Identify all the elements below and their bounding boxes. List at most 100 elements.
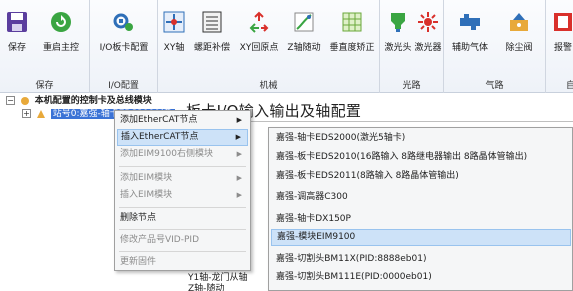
xy-home-button[interactable]: XY回原点 — [236, 6, 282, 62]
xy-axis-label: XY轴 — [163, 43, 185, 53]
submenu-arrow-icon: ▶ — [236, 191, 242, 199]
restart-icon — [51, 12, 71, 32]
group-io-config-label: I/O配置 — [108, 81, 139, 91]
menu-item-label: 修改产品号VID-PID — [120, 235, 200, 245]
submenu-item-eds2011[interactable]: 嘉强-板卡EDS2011(8路输入 8路晶体管输出) — [271, 168, 571, 185]
menu-separator — [119, 229, 246, 230]
xy-home-label: XY回原点 — [239, 43, 279, 53]
laser-head-icon — [391, 13, 405, 32]
submenu-item-label: 嘉强-轴卡DX150P — [276, 214, 351, 224]
save-button-label: 保存 — [7, 43, 26, 53]
group-gas-path: 辅助气体 除尘阀 气路 — [444, 0, 546, 93]
station-node-icon — [36, 109, 45, 118]
laser-head-button[interactable]: 激光头 — [384, 6, 412, 62]
menu-item-label: 删除节点 — [120, 213, 157, 223]
xy-axis-icon — [163, 11, 185, 33]
io-board-config-button[interactable]: I/O板卡配置 — [93, 6, 155, 62]
restart-controller-button[interactable]: 重启主控 — [38, 6, 84, 62]
menu-item-label: 添加EIM模块 — [120, 173, 173, 183]
group-io-config: I/O板卡配置 I/O配置 — [90, 0, 158, 93]
dust-valve-button[interactable]: 除尘阀 — [496, 6, 542, 62]
save-icon — [7, 12, 27, 32]
menu-item-label: 插入EtherCAT节点 — [121, 132, 199, 142]
menu-separator — [119, 251, 246, 252]
menu-item-add-eim9100-right-module[interactable]: 添加EIM9100右侧模块 ▶ — [117, 146, 248, 163]
menu-item-modify-vid-pid[interactable]: 修改产品号VID-PID — [117, 232, 248, 249]
assist-gas-label: 辅助气体 — [451, 43, 488, 53]
menu-item-delete-node[interactable]: 删除节点 — [117, 210, 248, 227]
menu-item-insert-eim-module[interactable]: 插入EIM模块 ▶ — [117, 187, 248, 204]
tree-root-label: 本机配置的控制卡及总线模块 — [34, 96, 152, 106]
menu-item-label: 添加EtherCAT节点 — [120, 115, 198, 125]
expand-icon[interactable]: + — [22, 109, 31, 118]
group-optical-path-label: 光路 — [402, 81, 421, 91]
perpendicularity-correction-button[interactable]: 垂直度矫正 — [326, 6, 378, 62]
root-node-icon — [20, 96, 29, 105]
group-save: 保存 重启主控 保存 — [0, 0, 90, 93]
submenu-item-label: 嘉强-板卡EDS2010(16路输入 8路继电器输出 8路晶体管输出) — [276, 152, 528, 162]
submenu-item-dx150p[interactable]: 嘉强-轴卡DX150P — [271, 211, 571, 228]
group-mechanical: XY轴 螺距补偿 XY回原点 Z轴随动 垂直度矫正 机械 — [158, 0, 380, 93]
submenu-item-eim9100[interactable]: 嘉强-模块EIM9100 — [271, 229, 571, 246]
submenu-item-bm11x[interactable]: 嘉强-切割头BM11X(PID:8888eb01) — [271, 251, 571, 268]
alarm-button[interactable]: 报警 — [548, 6, 573, 62]
submenu-item-label: 嘉强-切割头BM111E(PID:0000eb01) — [276, 272, 432, 282]
ribbon-toolbar: 保存 重启主控 保存 I/O板卡配置 I/O配置 XY轴 螺距补偿 XY回原点 … — [0, 0, 573, 93]
app-window: 保存 重启主控 保存 I/O板卡配置 I/O配置 XY轴 螺距补偿 XY回原点 … — [0, 0, 573, 291]
submenu-item-eds2000[interactable]: 嘉强-轴卡EDS2000(激光5轴卡) — [271, 130, 571, 147]
perpendicularity-correction-icon — [342, 12, 362, 32]
laser-source-label: 激光器 — [414, 43, 442, 53]
submenu-item-label: 嘉强-板卡EDS2011(8路输入 8路晶体管输出) — [276, 171, 459, 181]
group-gas-path-label: 气路 — [485, 81, 504, 91]
dust-valve-icon — [510, 13, 528, 31]
submenu-item-label: 嘉强-模块EIM9100 — [277, 232, 356, 242]
menu-item-add-eim-module[interactable]: 添加EIM模块 ▶ — [117, 170, 248, 187]
save-button[interactable]: 保存 — [4, 6, 30, 62]
restart-controller-label: 重启主控 — [42, 43, 79, 53]
perpendicularity-correction-label: 垂直度矫正 — [329, 43, 375, 53]
pitch-compensation-button[interactable]: 螺距补偿 — [190, 6, 234, 62]
xy-home-icon — [249, 11, 269, 33]
menu-item-label: 更新固件 — [120, 257, 157, 267]
laser-source-icon — [418, 12, 438, 32]
submenu-arrow-icon: ▶ — [236, 116, 242, 124]
submenu-arrow-icon: ▶ — [236, 150, 242, 158]
tree-root-node[interactable]: − 本机配置的控制卡及总线模块 — [6, 95, 152, 108]
menu-item-insert-ethercat-node[interactable]: 插入EtherCAT节点 ▶ — [117, 129, 248, 146]
z-axis-follow-icon — [294, 12, 314, 32]
laser-head-label: 激光头 — [384, 43, 412, 53]
submenu-arrow-icon: ▶ — [236, 174, 242, 182]
menu-item-label: 插入EIM模块 — [120, 190, 173, 200]
io-board-config-label: I/O板卡配置 — [99, 43, 149, 53]
group-optical-path: 激光头 激光器 光路 — [380, 0, 444, 93]
menu-item-update-firmware[interactable]: 更新固件 — [117, 254, 248, 271]
assist-gas-button[interactable]: 辅助气体 — [448, 6, 492, 62]
assist-gas-icon — [460, 14, 480, 30]
group-partial: 报警 自 — [546, 0, 573, 93]
dust-valve-label: 除尘阀 — [505, 43, 533, 53]
xy-axis-button[interactable]: XY轴 — [160, 6, 188, 62]
laser-source-button[interactable]: 激光器 — [414, 6, 442, 62]
z-axis-follow-button[interactable]: Z轴随动 — [282, 6, 326, 62]
submenu-item-bm111e[interactable]: 嘉强-切割头BM111E(PID:0000eb01) — [271, 269, 571, 286]
submenu-item-label: 嘉强-调高器C300 — [276, 192, 348, 202]
pitch-compensation-label: 螺距补偿 — [193, 43, 230, 53]
insert-ethercat-submenu: 嘉强-轴卡EDS2000(激光5轴卡) 嘉强-板卡EDS2010(16路输入 8… — [268, 127, 573, 291]
menu-item-add-ethercat-node[interactable]: 添加EtherCAT节点 ▶ — [117, 112, 248, 129]
alarm-label: 报警 — [553, 43, 572, 53]
group-save-label: 保存 — [35, 81, 54, 91]
menu-item-label: 添加EIM9100右侧模块 — [120, 149, 214, 159]
context-menu: 添加EtherCAT节点 ▶ 插入EtherCAT节点 ▶ 添加EIM9100右… — [114, 110, 251, 271]
group-partial-label: 自 — [566, 81, 573, 91]
submenu-item-c300[interactable]: 嘉强-调高器C300 — [271, 189, 571, 206]
menu-separator — [119, 166, 246, 167]
pitch-compensation-icon — [202, 11, 222, 33]
alarm-icon — [554, 13, 572, 31]
submenu-item-eds2010[interactable]: 嘉强-板卡EDS2010(16路输入 8路继电器输出 8路晶体管输出) — [271, 149, 571, 166]
collapse-icon[interactable]: − — [6, 96, 15, 105]
menu-separator — [119, 207, 246, 208]
submenu-item-label: 嘉强-切割头BM11X(PID:8888eb01) — [276, 254, 427, 264]
group-mechanical-label: 机械 — [259, 81, 278, 91]
z-axis-follow-label: Z轴随动 — [287, 43, 321, 53]
io-board-config-icon — [113, 13, 133, 31]
